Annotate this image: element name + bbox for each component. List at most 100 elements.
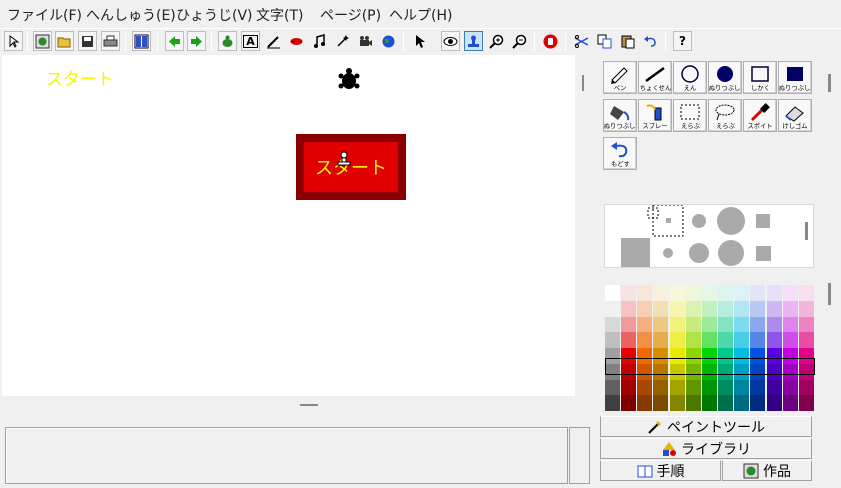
color-swatch[interactable] <box>653 316 669 333</box>
color-swatch[interactable] <box>637 395 653 411</box>
color-swatch[interactable] <box>701 285 717 301</box>
menu-file[interactable]: ファイル(F) <box>7 5 82 25</box>
color-swatch[interactable] <box>782 379 798 396</box>
tool-button-pen[interactable]: ペン <box>603 61 637 94</box>
save-button[interactable] <box>78 31 97 51</box>
color-swatch[interactable] <box>734 332 750 348</box>
tab-paint-tools[interactable]: ペイントツール <box>600 416 812 437</box>
color-swatch[interactable] <box>718 332 734 348</box>
color-swatch[interactable] <box>685 316 701 333</box>
color-swatch[interactable] <box>653 379 669 396</box>
print-button[interactable] <box>101 31 120 51</box>
pen-button[interactable] <box>264 31 283 51</box>
color-swatch[interactable] <box>621 300 637 317</box>
tool-button-undo[interactable]: もどす <box>603 137 637 170</box>
color-swatch[interactable] <box>750 379 766 396</box>
color-swatch[interactable] <box>701 379 717 396</box>
color-swatch[interactable] <box>766 332 782 348</box>
color-swatch[interactable] <box>782 332 798 348</box>
color-swatch[interactable] <box>621 285 637 301</box>
copy-button[interactable] <box>595 31 614 51</box>
color-swatch[interactable] <box>750 285 766 301</box>
color-swatch[interactable] <box>685 300 701 317</box>
help-button[interactable]: ? <box>673 31 692 51</box>
color-swatch[interactable] <box>734 316 750 333</box>
zoom-out-button[interactable] <box>510 31 529 51</box>
color-swatch[interactable] <box>621 379 637 396</box>
color-swatch[interactable] <box>669 316 685 333</box>
layout-button[interactable] <box>132 31 151 51</box>
forward-button[interactable] <box>187 31 206 51</box>
color-swatch[interactable] <box>685 332 701 348</box>
tool-button-spray[interactable]: スプレー <box>638 99 672 132</box>
start-button-sprite[interactable]: スタート <box>296 134 406 200</box>
globe-button[interactable] <box>379 31 398 51</box>
color-swatch[interactable] <box>669 395 685 411</box>
color-swatch[interactable] <box>653 332 669 348</box>
color-swatch[interactable] <box>798 300 814 317</box>
new-button[interactable] <box>33 31 52 51</box>
color-swatch[interactable] <box>766 395 782 411</box>
tab-library[interactable]: ライブラリ <box>600 438 812 459</box>
color-swatch[interactable] <box>718 395 734 411</box>
menu-view[interactable]: ひょうじ(V) <box>176 5 253 25</box>
color-swatch[interactable] <box>750 300 766 317</box>
color-swatch[interactable] <box>669 285 685 301</box>
tool-button-rectangle[interactable]: しかく <box>743 61 777 94</box>
camera-button[interactable] <box>356 31 375 51</box>
color-swatch[interactable] <box>782 316 798 333</box>
color-swatch[interactable] <box>766 285 782 301</box>
color-swatch[interactable] <box>718 379 734 396</box>
menu-help[interactable]: ヘルプ(H) <box>389 5 452 25</box>
color-swatch[interactable] <box>718 300 734 317</box>
color-swatch[interactable] <box>637 285 653 301</box>
canvas-splitter[interactable] <box>2 396 592 414</box>
color-swatch[interactable] <box>718 285 734 301</box>
text-tool-button[interactable]: A <box>241 31 260 51</box>
palette-scrollbar[interactable] <box>828 283 831 305</box>
color-swatch[interactable] <box>798 285 814 301</box>
canvas-vertical-scrollbar[interactable] <box>575 55 592 396</box>
wand-button[interactable] <box>333 31 352 51</box>
sprite-text[interactable]: スタート <box>46 65 114 90</box>
color-swatch[interactable] <box>798 395 814 411</box>
color-swatch[interactable] <box>734 285 750 301</box>
tool-button-circle[interactable]: えん <box>673 61 707 94</box>
color-swatch[interactable] <box>766 316 782 333</box>
color-swatch[interactable] <box>637 300 653 317</box>
message-panel[interactable] <box>5 427 568 484</box>
tool-scrollbar[interactable] <box>828 74 831 92</box>
paste-button[interactable] <box>618 31 637 51</box>
color-swatch[interactable] <box>750 395 766 411</box>
tab-works[interactable]: 作品 <box>722 460 812 481</box>
color-swatch[interactable] <box>605 332 620 348</box>
color-swatch[interactable] <box>766 379 782 396</box>
tool-button-lasso-select[interactable]: えらぶ <box>708 99 742 132</box>
color-swatch[interactable] <box>734 300 750 317</box>
pointer-small-button[interactable] <box>4 31 23 51</box>
color-swatch[interactable] <box>734 395 750 411</box>
select-pointer-button[interactable] <box>410 31 429 51</box>
color-swatch[interactable] <box>605 285 620 301</box>
color-swatch[interactable] <box>621 316 637 333</box>
cut-button[interactable] <box>572 31 591 51</box>
color-swatch[interactable] <box>685 285 701 301</box>
stop-button[interactable] <box>541 31 560 51</box>
eye-button[interactable] <box>287 31 306 51</box>
turtle-button[interactable] <box>218 31 237 51</box>
message-scrollbar[interactable] <box>569 427 590 484</box>
tool-button-filled-circle[interactable]: ぬりつぶし <box>708 61 742 94</box>
color-swatch[interactable] <box>669 332 685 348</box>
music-button[interactable] <box>310 31 329 51</box>
color-swatch[interactable] <box>685 395 701 411</box>
color-swatch[interactable] <box>605 316 620 333</box>
tool-button-line[interactable]: ちょくせん <box>638 61 672 94</box>
brush-size-panel[interactable] <box>604 204 814 268</box>
color-swatch[interactable] <box>718 316 734 333</box>
color-swatch[interactable] <box>750 332 766 348</box>
color-swatch[interactable] <box>766 300 782 317</box>
color-swatch[interactable] <box>605 300 620 317</box>
tool-button-rect-select[interactable]: えらぶ <box>673 99 707 132</box>
color-swatch[interactable] <box>685 379 701 396</box>
color-swatch[interactable] <box>653 395 669 411</box>
